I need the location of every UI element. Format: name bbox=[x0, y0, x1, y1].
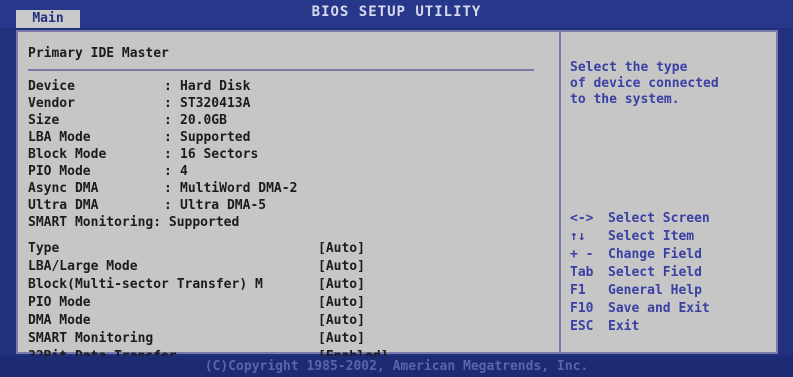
setting-value[interactable]: [Auto] bbox=[318, 258, 365, 276]
key-name: F1 bbox=[570, 283, 586, 298]
key-row: ↑↓ Select Item bbox=[570, 228, 770, 246]
info-value: 20.0GB bbox=[180, 113, 227, 128]
info-value: ST320413A bbox=[180, 96, 251, 111]
colon-separator: : bbox=[164, 130, 172, 145]
colon-separator: : bbox=[164, 113, 172, 128]
info-value: MultiWord DMA-2 bbox=[180, 181, 298, 196]
copyright-text: (C)Copyright 1985-2002, American Megatre… bbox=[204, 359, 589, 374]
setting-label: DMA Mode bbox=[28, 313, 91, 328]
bios-screen: Main BIOS SETUP UTILITY Primary IDE Mast… bbox=[0, 0, 793, 377]
setting-type[interactable]: Type [Auto] bbox=[28, 240, 548, 258]
left-pane: Primary IDE Master Device: Hard Disk Vend… bbox=[28, 40, 548, 364]
key-description: General Help bbox=[608, 283, 702, 298]
setting-label: Type bbox=[28, 241, 60, 256]
setting-label: Block(Multi-sector Transfer) M bbox=[28, 277, 263, 292]
info-value: Supported bbox=[180, 130, 251, 145]
colon-separator: : bbox=[164, 164, 172, 179]
info-row-block-mode: Block Mode:16 Sectors bbox=[28, 146, 548, 163]
info-row-device: Device: Hard Disk bbox=[28, 78, 548, 95]
setting-value[interactable]: [Auto] bbox=[318, 294, 365, 312]
help-pane: Select the type of device connected to t… bbox=[570, 40, 770, 348]
settings-list: Type [Auto] LBA/Large Mode [Auto] Block(Mu… bbox=[28, 240, 548, 366]
key-row: <-> Select Screen bbox=[570, 210, 770, 228]
key-name: + - bbox=[570, 247, 594, 262]
key-name: ↑↓ bbox=[570, 229, 586, 244]
footer-bar: (C)Copyright 1985-2002, American Megatre… bbox=[0, 356, 793, 377]
colon-separator: : bbox=[164, 181, 172, 196]
setting-pio-mode[interactable]: PIO Mode [Auto] bbox=[28, 294, 548, 312]
key-description: Save and Exit bbox=[608, 301, 710, 316]
info-label: Device bbox=[28, 79, 75, 94]
colon-separator: : bbox=[164, 96, 172, 111]
info-label: PIO Mode bbox=[28, 164, 91, 179]
help-text: Select the type of device connected to t… bbox=[570, 60, 719, 107]
key-name: F10 bbox=[570, 301, 594, 316]
section-divider bbox=[28, 69, 534, 71]
colon-separator: : bbox=[164, 79, 172, 94]
key-name: Tab bbox=[570, 265, 594, 280]
section-title: Primary IDE Master bbox=[28, 46, 169, 61]
key-name: ESC bbox=[570, 319, 594, 334]
key-description: Change Field bbox=[608, 247, 702, 262]
key-name: <-> bbox=[570, 211, 594, 226]
setting-block-multi-sector[interactable]: Block(Multi-sector Transfer) M [Auto] bbox=[28, 276, 548, 294]
colon-separator: : bbox=[164, 147, 172, 162]
setting-label: PIO Mode bbox=[28, 295, 91, 310]
key-description: Select Item bbox=[608, 229, 695, 244]
info-value: 4 bbox=[180, 164, 188, 179]
setting-value[interactable]: [Auto] bbox=[318, 312, 365, 330]
info-row-lba-mode: LBA Mode: Supported bbox=[28, 129, 548, 146]
setting-label: LBA/Large Mode bbox=[28, 259, 138, 274]
setting-dma-mode[interactable]: DMA Mode [Auto] bbox=[28, 312, 548, 330]
main-panel: Primary IDE Master Device: Hard Disk Vend… bbox=[16, 30, 778, 364]
title-bar: Main BIOS SETUP UTILITY bbox=[0, 0, 793, 28]
key-description: Select Screen bbox=[608, 211, 710, 226]
key-row: Tab Select Field bbox=[570, 264, 770, 282]
setting-value[interactable]: [Auto] bbox=[318, 240, 365, 258]
key-legend: <-> Select Screen ↑↓ Select Item + - Change… bbox=[570, 210, 770, 336]
info-label: Async DMA bbox=[28, 181, 99, 196]
key-row: F10 Save and Exit bbox=[570, 300, 770, 318]
setting-lba-large-mode[interactable]: LBA/Large Mode [Auto] bbox=[28, 258, 548, 276]
info-value: 16 Sectors bbox=[180, 147, 259, 162]
colon-separator: : bbox=[164, 198, 172, 213]
setting-smart-monitoring[interactable]: SMART Monitoring [Auto] bbox=[28, 330, 548, 348]
vertical-divider bbox=[559, 32, 561, 352]
bios-title: BIOS SETUP UTILITY bbox=[311, 4, 482, 20]
info-row-pio-mode: PIO Mode:4 bbox=[28, 163, 548, 180]
info-label: Ultra DMA bbox=[28, 198, 99, 213]
key-row: F1 General Help bbox=[570, 282, 770, 300]
setting-value[interactable]: [Auto] bbox=[318, 330, 365, 348]
key-description: Exit bbox=[608, 319, 640, 334]
key-row: ESC Exit bbox=[570, 318, 770, 336]
info-label: LBA Mode bbox=[28, 130, 91, 145]
info-row-smart: SMART Monitoring: Supported bbox=[28, 215, 240, 230]
info-value: Ultra DMA-5 bbox=[180, 198, 267, 213]
device-info-list: Device: Hard Disk Vendor: ST320413A Size:2… bbox=[28, 78, 548, 231]
info-label: Vendor bbox=[28, 96, 75, 111]
setting-value[interactable]: [Auto] bbox=[318, 276, 365, 294]
info-row-size: Size:20.0GB bbox=[28, 112, 548, 129]
info-row-async-dma: Async DMA: MultiWord DMA-2 bbox=[28, 180, 548, 197]
info-label: Block Mode bbox=[28, 147, 107, 162]
key-row: + - Change Field bbox=[570, 246, 770, 264]
key-description: Select Field bbox=[608, 265, 702, 280]
info-row-ultra-dma: Ultra DMA: Ultra DMA-5 bbox=[28, 197, 548, 214]
setting-label: SMART Monitoring bbox=[28, 331, 154, 346]
info-value: Hard Disk bbox=[180, 79, 251, 94]
info-label: Size bbox=[28, 113, 60, 128]
info-row-vendor: Vendor: ST320413A bbox=[28, 95, 548, 112]
